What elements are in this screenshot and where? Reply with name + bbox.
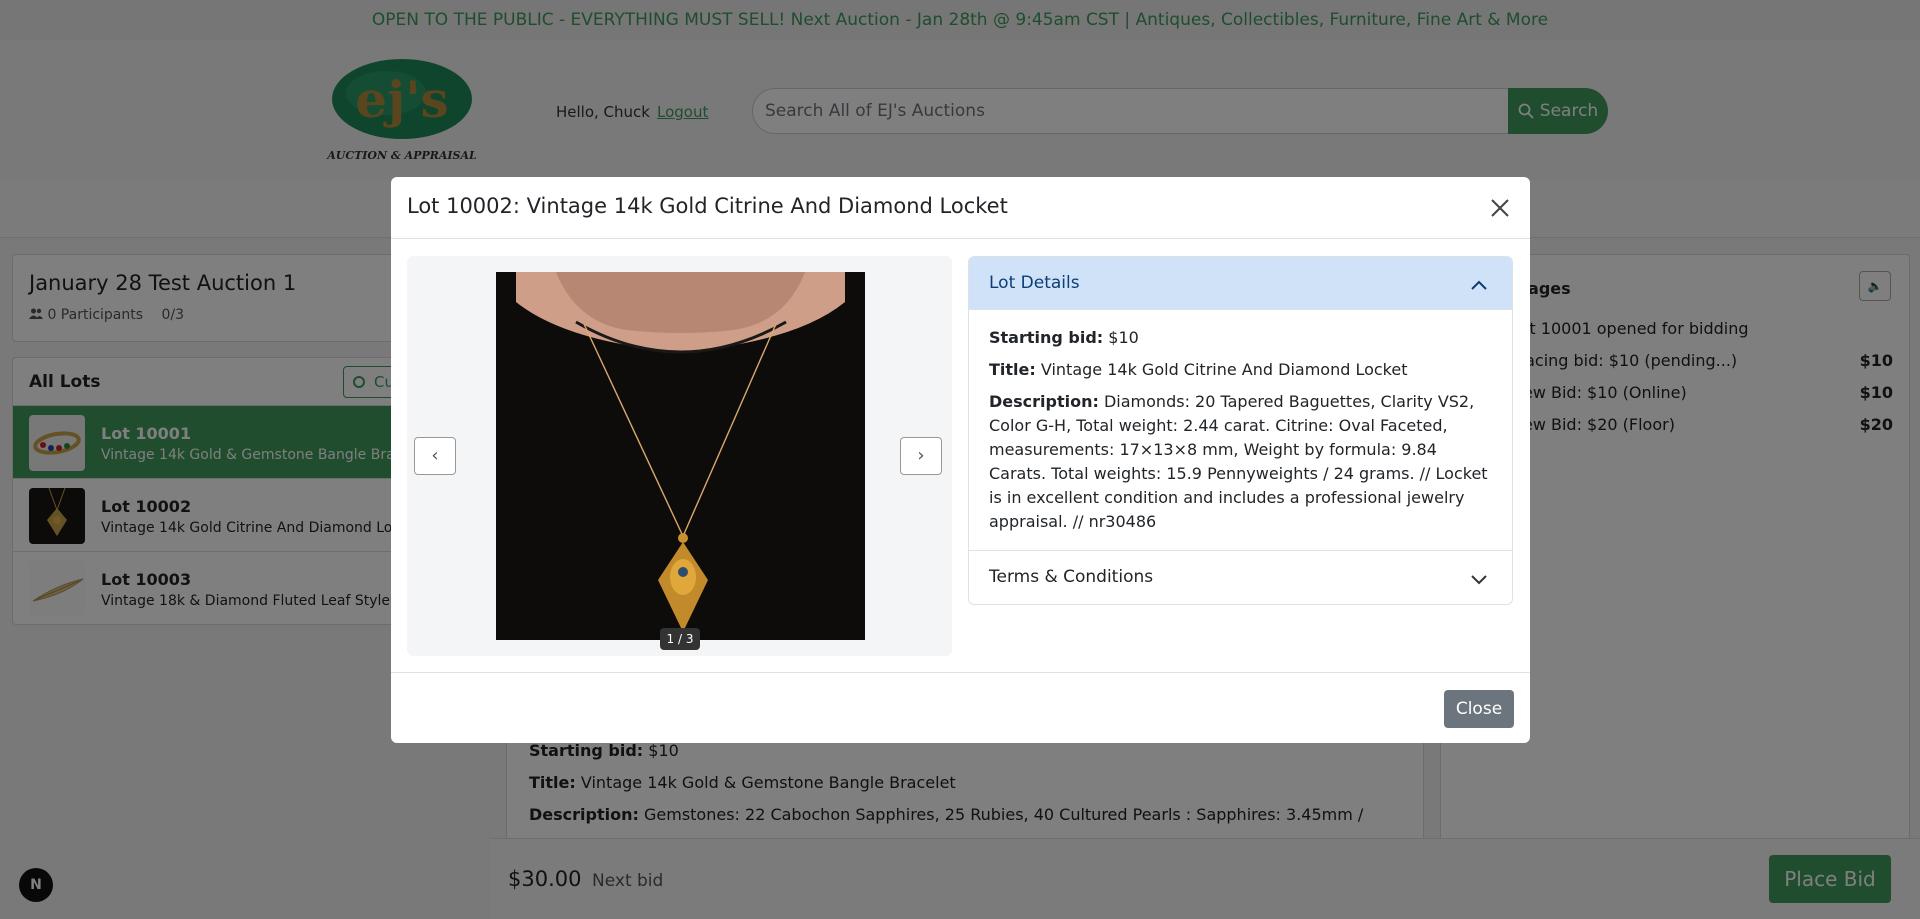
lot-detail-modal: Lot 10002: Vintage 14k Gold Citrine And … xyxy=(391,177,1530,743)
details-accordion: Lot Details Starting bid: $10 Title: Vin… xyxy=(968,256,1513,605)
modal-title: Lot 10002: Vintage 14k Gold Citrine And … xyxy=(407,194,1008,218)
gallery-prev-button[interactable]: ‹ xyxy=(414,437,456,475)
chevron-left-icon: ‹ xyxy=(431,445,439,466)
chevron-right-icon: › xyxy=(917,445,925,466)
modal-footer: Close xyxy=(391,672,1530,743)
title-label: Title: xyxy=(989,360,1036,379)
gallery-next-button[interactable]: › xyxy=(900,437,942,475)
terms-header[interactable]: Terms & Conditions xyxy=(969,551,1512,604)
description-value: Diamonds: 20 Tapered Baguettes, Clarity … xyxy=(989,392,1488,531)
modal-header: Lot 10002: Vintage 14k Gold Citrine And … xyxy=(391,177,1530,239)
chevron-down-icon xyxy=(1470,551,1488,604)
terms-title: Terms & Conditions xyxy=(989,567,1154,587)
close-button[interactable]: Close xyxy=(1444,690,1514,728)
lot-image xyxy=(496,272,865,640)
lot-details-body: Starting bid: $10 Title: Vintage 14k Gol… xyxy=(969,310,1512,551)
lot-details-header[interactable]: Lot Details xyxy=(969,257,1512,310)
gallery-counter: 1 / 3 xyxy=(660,628,700,650)
title-value: Vintage 14k Gold Citrine And Diamond Loc… xyxy=(1040,360,1408,379)
starting-bid-label: Starting bid: xyxy=(989,328,1104,347)
image-gallery: ‹ › 1 / 3 xyxy=(407,256,952,656)
description-label: Description: xyxy=(989,392,1099,411)
starting-bid-value: $10 xyxy=(1108,328,1139,347)
close-icon[interactable] xyxy=(1487,195,1513,221)
chevron-up-icon xyxy=(1470,257,1488,310)
lot-details-title: Lot Details xyxy=(989,273,1080,293)
